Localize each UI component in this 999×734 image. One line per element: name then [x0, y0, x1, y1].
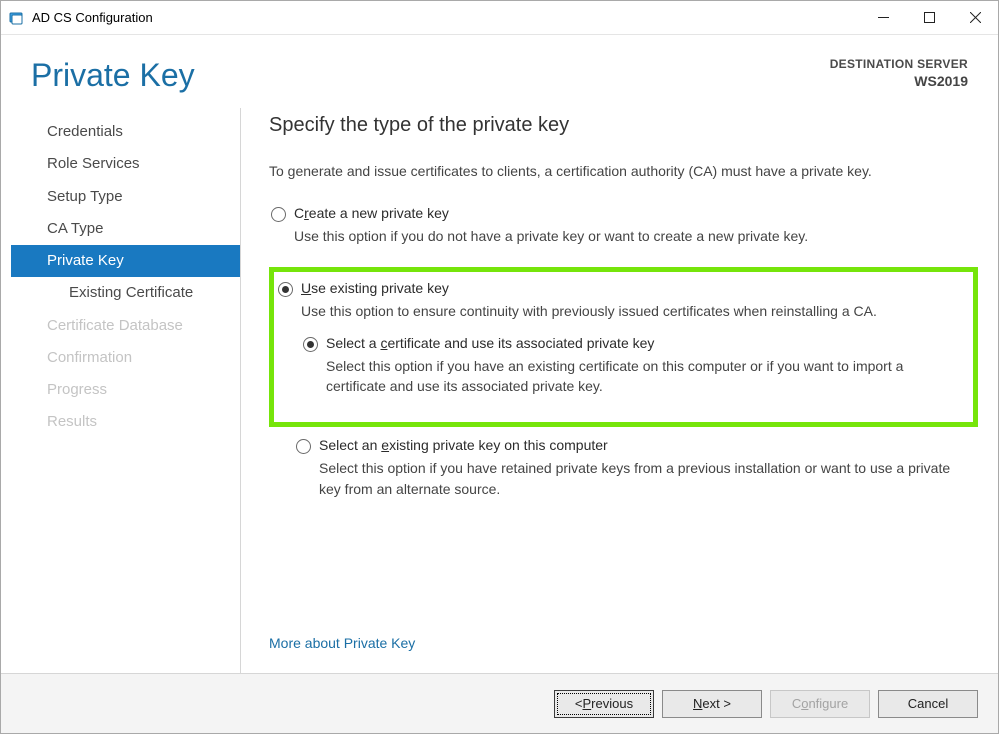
sidebar-item-ca-type[interactable]: CA Type: [11, 213, 240, 245]
option-select-existing-key-desc: Select this option if you have retained …: [319, 458, 972, 499]
option-select-certificate-desc: Select this option if you have an existi…: [326, 356, 955, 397]
close-button[interactable]: [952, 1, 998, 34]
option-use-existing-label[interactable]: Use existing private key: [301, 280, 449, 296]
sidebar-item-role-services[interactable]: Role Services: [11, 148, 240, 180]
sidebar-item-results: Results: [11, 406, 240, 438]
option-select-certificate: Select a certificate and use its associa…: [301, 331, 961, 403]
next-button[interactable]: Next >: [662, 690, 762, 718]
titlebar: AD CS Configuration: [1, 1, 998, 35]
sidebar-item-credentials[interactable]: Credentials: [11, 116, 240, 148]
body: Credentials Role Services Setup Type CA …: [1, 108, 998, 673]
radio-create-new[interactable]: [271, 207, 286, 222]
sub-options: Select a certificate and use its associa…: [301, 331, 961, 403]
highlight-box: Use existing private key Use this option…: [269, 267, 978, 428]
cancel-button[interactable]: Cancel: [878, 690, 978, 718]
option-create-new: Create a new private key Use this option…: [269, 201, 978, 252]
configure-button: Configure: [770, 690, 870, 718]
footer: < Previous Next > Configure Cancel: [1, 673, 998, 733]
option-create-new-label[interactable]: Create a new private key: [294, 205, 449, 221]
more-link[interactable]: More about Private Key: [269, 615, 978, 663]
minimize-button[interactable]: [860, 1, 906, 34]
previous-button[interactable]: < Previous: [554, 690, 654, 718]
option-select-existing-key: Select an existing private key on this c…: [294, 433, 978, 505]
intro-text: To generate and issue certificates to cl…: [269, 161, 978, 181]
option-select-certificate-label[interactable]: Select a certificate and use its associa…: [326, 335, 654, 351]
option-select-existing-key-label[interactable]: Select an existing private key on this c…: [319, 437, 608, 453]
window-title: AD CS Configuration: [32, 10, 153, 25]
wizard-window: AD CS Configuration Private Key DESTINAT…: [0, 0, 999, 734]
radio-select-existing-key[interactable]: [296, 439, 311, 454]
destination-label: DESTINATION SERVER: [830, 57, 968, 71]
sidebar-item-certificate-database: Certificate Database: [11, 310, 240, 342]
sidebar-item-setup-type[interactable]: Setup Type: [11, 181, 240, 213]
main-pane: Specify the type of the private key To g…: [241, 108, 998, 673]
option-create-new-desc: Use this option if you do not have a pri…: [294, 226, 972, 246]
radio-use-existing[interactable]: [278, 282, 293, 297]
option-use-existing: Use existing private key Use this option…: [276, 276, 967, 417]
sidebar: Credentials Role Services Setup Type CA …: [11, 108, 241, 673]
window-controls: [860, 1, 998, 34]
sidebar-item-existing-certificate[interactable]: Existing Certificate: [11, 277, 240, 309]
sidebar-item-private-key[interactable]: Private Key: [11, 245, 240, 277]
page-title: Private Key: [31, 57, 195, 94]
app-icon: [9, 10, 25, 26]
sidebar-item-confirmation: Confirmation: [11, 342, 240, 374]
maximize-button[interactable]: [906, 1, 952, 34]
header: Private Key DESTINATION SERVER WS2019: [1, 35, 998, 108]
destination-server: WS2019: [830, 73, 968, 89]
option-use-existing-desc: Use this option to ensure continuity wit…: [301, 301, 961, 321]
radio-select-certificate[interactable]: [303, 337, 318, 352]
sidebar-item-progress: Progress: [11, 374, 240, 406]
destination-info: DESTINATION SERVER WS2019: [830, 57, 968, 89]
section-title: Specify the type of the private key: [269, 114, 978, 137]
